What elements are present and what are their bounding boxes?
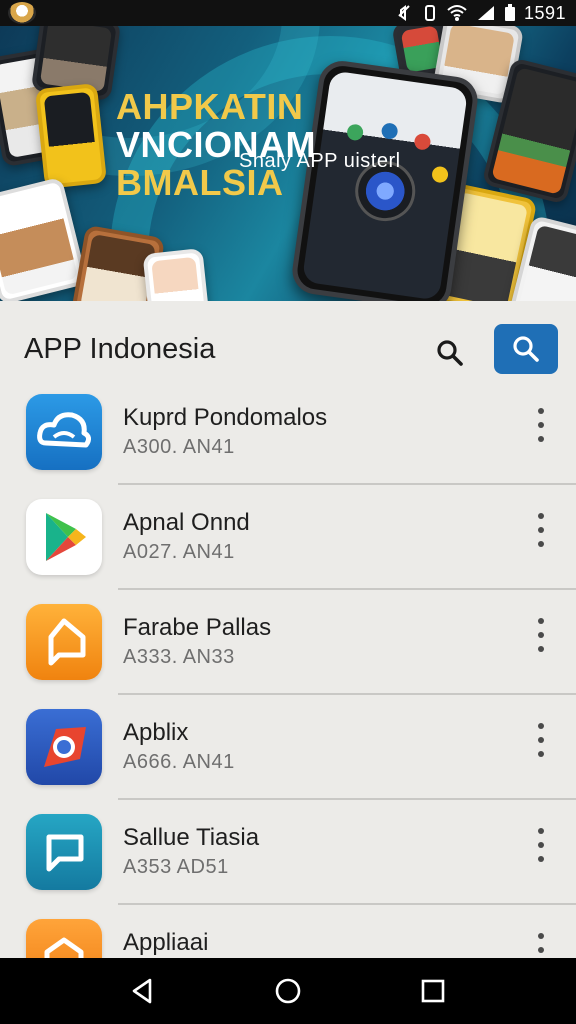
search-icon (513, 336, 539, 362)
app-meta: A666. AN41 (123, 751, 235, 773)
more-options-icon[interactable] (530, 513, 552, 547)
search-icon (437, 340, 463, 366)
list-item[interactable]: Sallue Tiasia A353 AD51 (0, 800, 576, 905)
status-bar: 1591 (0, 0, 576, 26)
app-name: Apnal Onnd (123, 509, 250, 536)
banner-screenshot-card (0, 176, 88, 301)
wifi-icon (447, 5, 467, 21)
app-name: Appliaai (123, 929, 209, 956)
search-action-button[interactable] (494, 324, 558, 374)
app-badge-icon (8, 2, 36, 24)
banner-subtitle: Shaly APP uisterl (239, 150, 401, 172)
search-button[interactable] (430, 333, 470, 373)
navigation-bar (0, 958, 576, 1024)
status-icons: 1591 (396, 3, 566, 24)
recents-button[interactable] (413, 971, 453, 1011)
orange-chat-icon (26, 604, 102, 680)
page-title: APP Indonesia (24, 333, 216, 365)
more-options-icon[interactable] (530, 618, 552, 652)
app-name: Kuprd Pondomalos (123, 404, 328, 431)
app-meta: A333. AN33 (123, 646, 235, 668)
battery-icon (504, 4, 515, 21)
banner-screenshot-card (142, 248, 210, 301)
banner-phone-mockup (289, 58, 481, 301)
mute-icon (398, 5, 410, 21)
more-options-icon[interactable] (530, 408, 552, 442)
status-time: 1591 (523, 2, 566, 23)
promo-banner[interactable]: AHPKATIN VNCIONAM BMALSIA Shaly APP uist… (0, 26, 576, 301)
teal-chat-icon (26, 814, 102, 890)
app-meta: A353 AD51 (123, 856, 229, 878)
more-options-icon[interactable] (530, 723, 552, 757)
list-item[interactable]: Kuprd Pondomalos A300. AN41 (0, 380, 576, 485)
more-options-icon[interactable] (530, 828, 552, 862)
banner-headline-line1: AHPKATIN (116, 86, 304, 127)
cloud-app-icon (26, 394, 102, 470)
list-item[interactable]: Apnal Onnd A027. AN41 (0, 485, 576, 590)
app-name: Farabe Pallas (123, 614, 272, 641)
vibrate-icon (424, 5, 435, 21)
list-item[interactable]: Farabe Pallas A333. AN33 (0, 590, 576, 695)
app-meta: A027. AN41 (123, 541, 235, 563)
app-name: Sallue Tiasia (123, 824, 260, 851)
app-name: Apblix (123, 719, 189, 746)
chrome-like-icon (26, 709, 102, 785)
signal-icon (477, 6, 494, 20)
recents-icon (422, 979, 445, 1003)
banner-headline: AHPKATIN VNCIONAM BMALSIA Shaly APP uist… (116, 86, 400, 202)
list-item[interactable]: Apblix A666. AN41 (0, 695, 576, 800)
banner-screenshot-card (34, 83, 108, 189)
back-icon (132, 978, 151, 1004)
app-meta: A300. AN41 (123, 436, 235, 458)
home-icon (275, 978, 301, 1004)
home-button[interactable] (268, 971, 308, 1011)
back-button[interactable] (123, 971, 163, 1011)
play-store-icon (26, 499, 102, 575)
